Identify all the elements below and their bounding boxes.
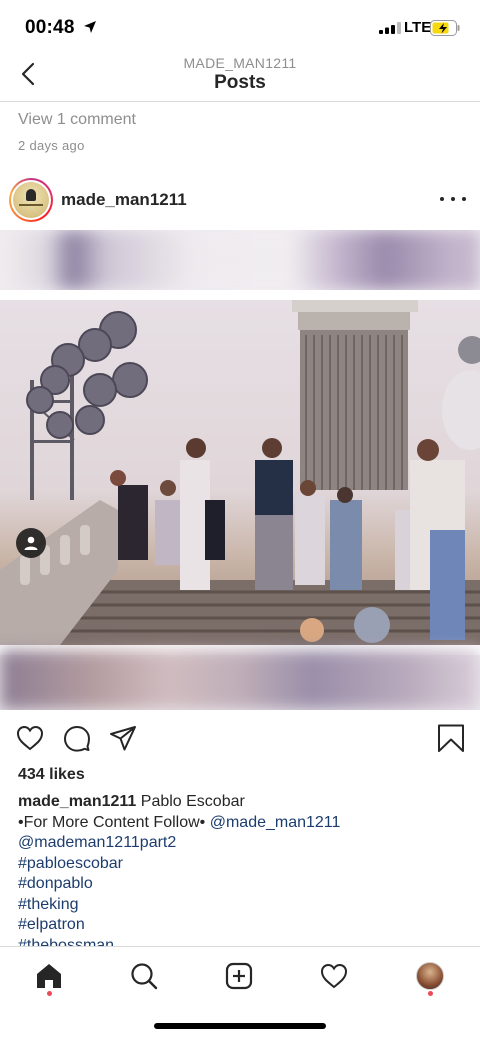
photo-illustration bbox=[0, 300, 480, 645]
tab-new-post[interactable] bbox=[222, 959, 256, 993]
more-dot-icon bbox=[462, 197, 466, 201]
photo-scene bbox=[0, 300, 480, 645]
more-dot-icon bbox=[451, 197, 455, 201]
likes-count[interactable]: 434 likes bbox=[18, 766, 85, 784]
post-actions bbox=[0, 720, 480, 760]
tagged-people-button[interactable] bbox=[16, 528, 46, 558]
caption-follow-text: •For More Content Follow• bbox=[18, 813, 206, 831]
tab-activity[interactable] bbox=[317, 959, 351, 993]
page-title: Posts bbox=[214, 72, 266, 93]
heart-icon bbox=[320, 963, 348, 989]
more-options-button[interactable] bbox=[440, 189, 466, 209]
send-icon[interactable] bbox=[108, 723, 138, 753]
avatar[interactable] bbox=[9, 178, 53, 222]
post-username[interactable]: made_man1211 bbox=[61, 190, 187, 210]
comment-icon[interactable] bbox=[62, 723, 92, 753]
caption-text: Pablo Escobar bbox=[140, 793, 245, 810]
profile-username-subtitle: MADE_MAN1211 bbox=[183, 55, 297, 71]
search-icon bbox=[131, 963, 158, 990]
avatar-mask-figure bbox=[26, 189, 36, 201]
plus-square-icon bbox=[225, 962, 253, 990]
signal-bars-icon bbox=[379, 22, 401, 34]
photo-blur-bottom bbox=[0, 650, 480, 710]
profile-notification-dot bbox=[428, 991, 433, 996]
avatar-image bbox=[13, 182, 49, 218]
person-icon bbox=[24, 536, 38, 550]
home-icon bbox=[37, 964, 61, 988]
location-arrow-icon bbox=[84, 21, 96, 33]
photo-divider bbox=[0, 290, 480, 300]
post-photo[interactable] bbox=[0, 230, 480, 710]
caption: made_man1211 Pablo Escobar •For More Con… bbox=[18, 792, 468, 946]
post-timestamp: 2 days ago bbox=[18, 138, 85, 153]
caption-username[interactable]: made_man1211 bbox=[18, 793, 136, 810]
hashtag-link[interactable]: #thebossman bbox=[18, 937, 114, 947]
tab-search[interactable] bbox=[127, 959, 161, 993]
tab-profile[interactable] bbox=[413, 959, 447, 993]
tab-home[interactable] bbox=[32, 959, 66, 993]
status-bar: 00:48 LTE bbox=[0, 0, 480, 52]
avatar-frame bbox=[11, 180, 51, 220]
hashtag-link[interactable]: #pabloescobar bbox=[18, 855, 123, 872]
caption-line-1: made_man1211 Pablo Escobar bbox=[18, 792, 468, 813]
caption-mention-2[interactable]: @mademan1211part2 bbox=[18, 834, 176, 851]
post-header: made_man1211 bbox=[0, 175, 480, 225]
profile-avatar bbox=[416, 962, 444, 990]
photo-blur-top bbox=[0, 230, 480, 290]
home-notification-dot bbox=[47, 991, 52, 996]
caption-mention-1[interactable]: @made_man1211 bbox=[210, 814, 341, 831]
hashtag-link[interactable]: #elpatron bbox=[18, 916, 85, 933]
battery-charging-icon bbox=[430, 20, 460, 36]
hashtag-link[interactable]: #donpablo bbox=[18, 875, 93, 892]
status-time: 00:48 bbox=[25, 17, 75, 38]
bookmark-icon[interactable] bbox=[436, 723, 466, 753]
avatar-logo-text bbox=[19, 204, 43, 206]
caption-line-2: •For More Content Follow• @made_man1211 bbox=[18, 813, 468, 834]
heart-icon[interactable] bbox=[15, 723, 45, 753]
hashtag-link[interactable]: #theking bbox=[18, 896, 79, 913]
caption-area: made_man1211 Pablo Escobar •For More Con… bbox=[0, 790, 480, 946]
network-type: LTE bbox=[404, 19, 432, 36]
more-dot-icon bbox=[440, 197, 444, 201]
nav-header: MADE_MAN1211 Posts bbox=[0, 52, 480, 102]
view-comments-link[interactable]: View 1 comment bbox=[18, 111, 136, 129]
home-indicator bbox=[154, 1023, 326, 1029]
